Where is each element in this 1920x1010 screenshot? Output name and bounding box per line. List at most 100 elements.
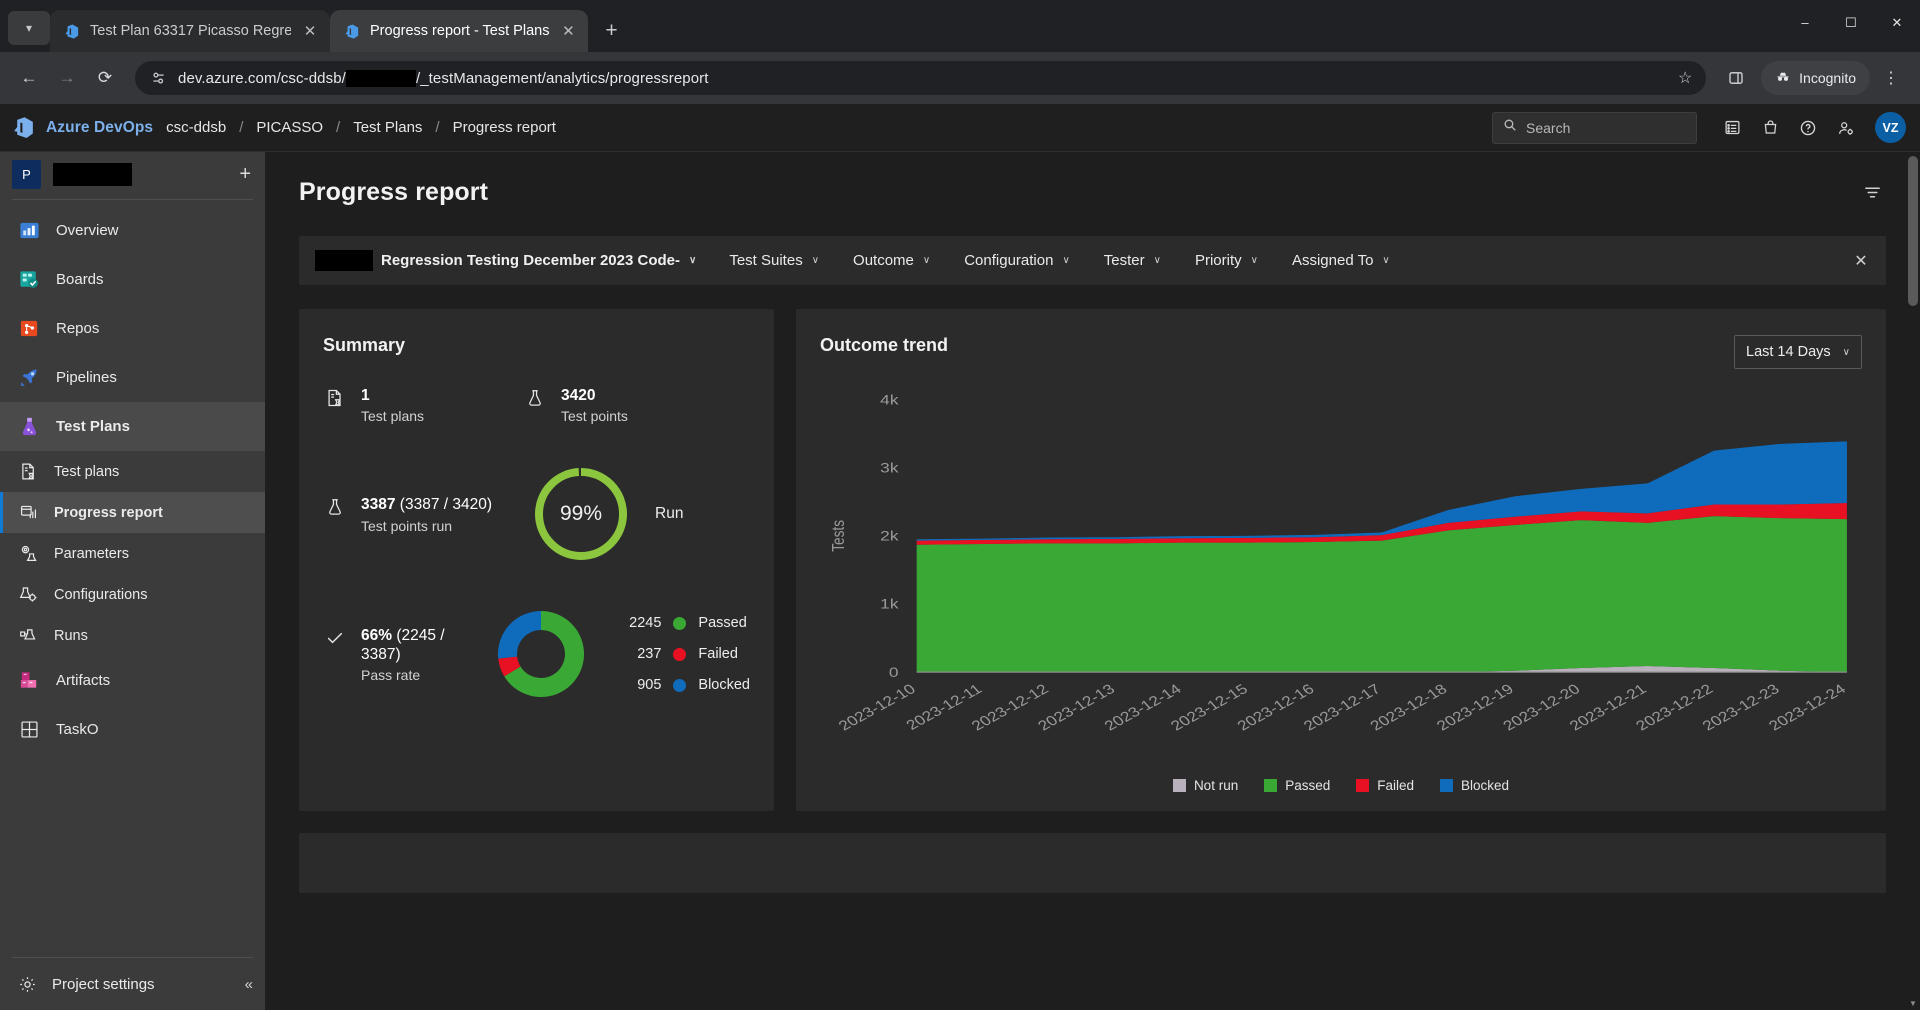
legend-item-passed: 2245 Passed	[617, 615, 750, 631]
cards-row: Summary 1 Test plans 3420 Test points 33…	[299, 309, 1886, 811]
new-tab-button[interactable]: +	[596, 16, 626, 46]
filter-assigned-to[interactable]: Assigned To ∨	[1275, 236, 1407, 285]
breadcrumb-progress-report[interactable]: Progress report	[453, 119, 556, 136]
browser-tab-2-close-icon[interactable]: ✕	[558, 21, 578, 41]
sidebar-item-overview[interactable]: Overview	[0, 206, 265, 255]
sidebar-item-label: TaskO	[56, 721, 99, 738]
azure-devops-logo-icon[interactable]	[10, 114, 38, 142]
sidebar-item-runs[interactable]: Runs	[0, 615, 265, 656]
browser-menu-button[interactable]: ⋮	[1874, 61, 1908, 95]
filter-configuration[interactable]: Configuration ∨	[947, 236, 1087, 285]
test-plan-selector[interactable]: Regression Testing December 2023 Code-Fr…	[299, 236, 712, 285]
forward-button[interactable]: →	[50, 61, 84, 95]
sidebar-item-progress-report[interactable]: Progress report	[0, 492, 265, 533]
breadcrumb-test-plans[interactable]: Test Plans	[353, 119, 422, 136]
page-title: Progress report	[299, 178, 489, 206]
project-selector[interactable]: P +	[0, 152, 265, 196]
breadcrumb-project[interactable]: PICASSO	[256, 119, 323, 136]
address-bar[interactable]: dev.azure.com/csc-ddsb/ /_testManagement/…	[135, 61, 1707, 95]
reload-button[interactable]: ⟳	[88, 61, 122, 95]
main-scrollbar[interactable]: ▲ ▼	[1906, 152, 1920, 1010]
legend-label: Blocked	[1461, 778, 1510, 793]
svg-text:Tests: Tests	[830, 520, 849, 552]
bookmark-star-icon[interactable]: ☆	[1674, 67, 1696, 89]
chevron-down-icon: ∨	[1062, 255, 1070, 266]
pass-rate-label: Pass rate	[361, 667, 421, 684]
collapse-sidebar-button[interactable]: «	[245, 976, 253, 993]
side-panel-icon[interactable]	[1719, 61, 1753, 95]
filter-label: Configuration	[964, 252, 1054, 269]
chevron-down-icon: ▾	[25, 21, 33, 35]
scrollbar-thumb[interactable]	[1908, 156, 1918, 306]
sidebar-item-configurations[interactable]: Configurations	[0, 574, 265, 615]
legend-swatch-blocked	[1440, 779, 1454, 792]
sidebar-item-pipelines[interactable]: Pipelines	[0, 353, 265, 402]
help-icon[interactable]	[1791, 111, 1825, 145]
sidebar-item-artifacts[interactable]: Artifacts	[0, 656, 265, 705]
sidebar-item-tasko[interactable]: TaskO	[0, 705, 265, 754]
sidebar-item-label: Artifacts	[56, 672, 111, 689]
checklist-icon[interactable]	[1715, 111, 1749, 145]
run-metric-text: 3387 (3387 / 3420) Test points run	[323, 495, 523, 534]
pipelines-icon	[16, 365, 42, 391]
date-range-selector[interactable]: Last 14 Days ∨	[1734, 335, 1862, 369]
user-settings-icon[interactable]	[1829, 111, 1863, 145]
add-project-button[interactable]: +	[239, 163, 251, 186]
check-icon	[323, 626, 347, 650]
avatar[interactable]: VZ	[1875, 112, 1906, 143]
back-button[interactable]: ←	[12, 61, 46, 95]
test-points-value: 3420	[561, 387, 596, 404]
browser-tab-2[interactable]: Progress report - Test Plans ✕	[330, 10, 589, 52]
legend-swatch-passed	[673, 616, 687, 630]
filter-priority[interactable]: Priority ∨	[1178, 236, 1275, 285]
pass-rate-legend: 2245 Passed 237 Failed 905 Blocked	[617, 615, 750, 693]
shopping-bag-icon[interactable]	[1753, 111, 1787, 145]
chart-legend-not-run[interactable]: Not run	[1172, 778, 1238, 793]
window-maximize-button[interactable]: ☐	[1828, 0, 1874, 45]
boards-icon	[16, 267, 42, 293]
sidebar-item-boards[interactable]: Boards	[0, 255, 265, 304]
filter-tester[interactable]: Tester ∨	[1087, 236, 1178, 285]
test-points-label: Test points	[561, 408, 628, 425]
svg-text:3k: 3k	[880, 461, 899, 476]
sidebar-item-parameters[interactable]: Parameters	[0, 533, 265, 574]
breadcrumb-organization[interactable]: csc-ddsb	[166, 119, 226, 136]
tab-search-button[interactable]: ▾	[8, 11, 50, 45]
filter-test-suites[interactable]: Test Suites ∨	[712, 236, 836, 285]
filter-icon[interactable]	[1858, 179, 1886, 207]
next-card-placeholder	[299, 833, 1886, 893]
stat-test-points: 3420 Test points	[523, 386, 628, 424]
sidebar-item-project-settings[interactable]: Project settings «	[0, 958, 265, 1010]
chevron-down-icon: ∨	[1842, 346, 1850, 358]
outcome-trend-title: Outcome trend	[820, 335, 949, 355]
legend-label: Blocked	[698, 677, 750, 694]
incognito-icon	[1775, 69, 1791, 88]
incognito-indicator[interactable]: Incognito	[1761, 61, 1870, 95]
window-minimize-button[interactable]: –	[1782, 0, 1828, 45]
page-header: Progress report	[299, 178, 1886, 207]
url-suffix: /_testManagement/analytics/progressrepor…	[415, 69, 709, 87]
filter-outcome[interactable]: Outcome ∨	[836, 236, 947, 285]
scroll-down-arrow-icon[interactable]: ▼	[1908, 999, 1918, 1008]
sidebar: P + Overview Boards Repos Pipelines Test…	[0, 152, 265, 1010]
browser-tab-strip: ▾ Test Plan 63317 Picasso Regress ✕ Prog…	[0, 0, 1920, 52]
window-close-button[interactable]: ✕	[1874, 0, 1920, 45]
browser-tab-1-close-icon[interactable]: ✕	[300, 21, 320, 41]
sidebar-item-test-plans-sub[interactable]: Test plans	[0, 451, 265, 492]
chart-legend-failed[interactable]: Failed	[1356, 778, 1414, 793]
site-settings-icon[interactable]	[149, 69, 167, 87]
sidebar-item-label: Parameters	[54, 545, 129, 562]
sidebar-item-test-plans[interactable]: Test Plans	[0, 402, 265, 451]
sidebar-item-repos[interactable]: Repos	[0, 304, 265, 353]
clear-filters-button[interactable]: ✕	[1844, 244, 1878, 278]
project-name-redacted	[53, 162, 132, 186]
browser-tab-1[interactable]: Test Plan 63317 Picasso Regress ✕	[50, 10, 330, 52]
chart-legend-passed[interactable]: Passed	[1264, 778, 1330, 793]
url-prefix: dev.azure.com/csc-ddsb/	[178, 69, 346, 87]
brand-label[interactable]: Azure DevOps	[46, 119, 153, 137]
legend-swatch-failed	[673, 647, 687, 661]
chart-legend-blocked[interactable]: Blocked	[1440, 778, 1509, 793]
outcome-trend-chart: 0 1k 2k 3k 4k Tests 2023-12-10 2023-12-11 2023-1…	[820, 383, 1862, 774]
search-input[interactable]: Search	[1492, 111, 1697, 144]
artifacts-icon	[16, 668, 42, 694]
